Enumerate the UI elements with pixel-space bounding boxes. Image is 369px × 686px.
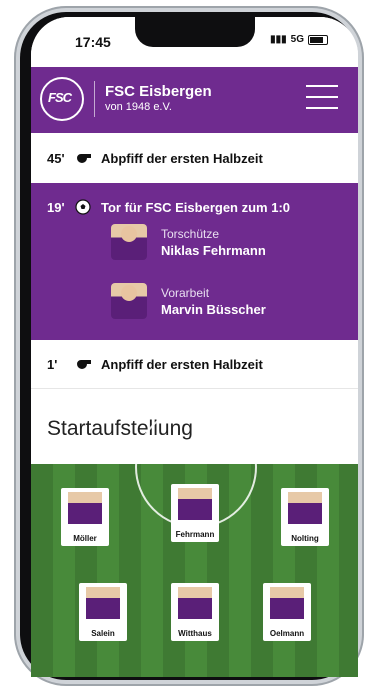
player-card[interactable]: Salein [79,583,127,641]
player-card[interactable]: Witthaus [171,583,219,641]
lineup-pitch: Möller Fehrmann Nolting Salein Witthaus … [31,406,358,677]
player-photo [68,492,102,524]
club-subtitle: von 1948 e.V. [105,101,172,113]
player-card[interactable]: Oelmann [263,583,311,641]
player-name: Nolting [291,534,319,543]
club-name: FSC Eisbergen [105,83,212,100]
status-indicators: ▮▮▮ 5G [270,34,328,45]
player-name: Salein [91,629,115,638]
club-logo[interactable]: FSC [40,77,84,121]
notch [135,17,255,47]
assist[interactable]: Vorarbeit Marvin Büsscher [111,283,266,319]
app-screen: 17:45 ▮▮▮ 5G FSC FSC Eisbergen von 1948 … [31,17,358,677]
network-label: 5G [290,34,304,45]
logo-text: FSC [48,90,72,105]
player-photo [288,492,322,524]
scorer-photo [111,224,147,260]
player-name: Fehrmann [175,530,215,539]
event-minute: 19' [47,199,65,215]
hamburger-menu-button[interactable] [306,85,338,111]
event-minute: 1' [47,356,58,372]
player-photo [270,587,304,619]
assist-name: Marvin Büsscher [161,301,266,317]
event-row-kickoff: 1' Anpfiff der ersten Halbzeit [31,340,358,389]
event-text: Tor für FSC Eisbergen zum 1:0 [101,199,291,215]
player-photo [86,587,120,619]
soccer-ball-icon [75,199,101,215]
battery-icon [308,34,328,45]
header-divider [94,81,95,117]
scorer-name: Niklas Fehrmann [161,242,266,258]
event-row-halftime: 45' Abpfiff der ersten Halbzeit [31,133,358,184]
player-photo [178,587,212,619]
player-name: Oelmann [269,629,305,638]
player-card[interactable]: Nolting [281,488,329,546]
event-text: Abpfiff der ersten Halbzeit [101,150,263,166]
player-name: Möller [73,534,97,543]
status-bar: 17:45 ▮▮▮ 5G [31,17,358,67]
scorer[interactable]: Torschütze Niklas Fehrmann [111,224,266,260]
event-row-goal: 19' Tor für FSC Eisbergen zum 1:0 Torsch… [31,183,358,340]
signal-icon: ▮▮▮ [270,34,287,45]
whistle-icon [75,152,101,164]
player-card[interactable]: Fehrmann [171,484,219,542]
assist-photo [111,283,147,319]
app-header: FSC FSC Eisbergen von 1948 e.V. [31,67,358,133]
whistle-icon [75,358,101,370]
assist-role: Vorarbeit [161,285,210,300]
player-card[interactable]: Möller [61,488,109,546]
event-text: Anpfiff der ersten Halbzeit [101,356,263,372]
status-time: 17:45 [75,34,111,50]
player-name: Witthaus [178,629,212,638]
scorer-role: Torschütze [161,226,220,241]
event-minute: 45' [47,150,65,166]
player-photo [178,488,212,520]
